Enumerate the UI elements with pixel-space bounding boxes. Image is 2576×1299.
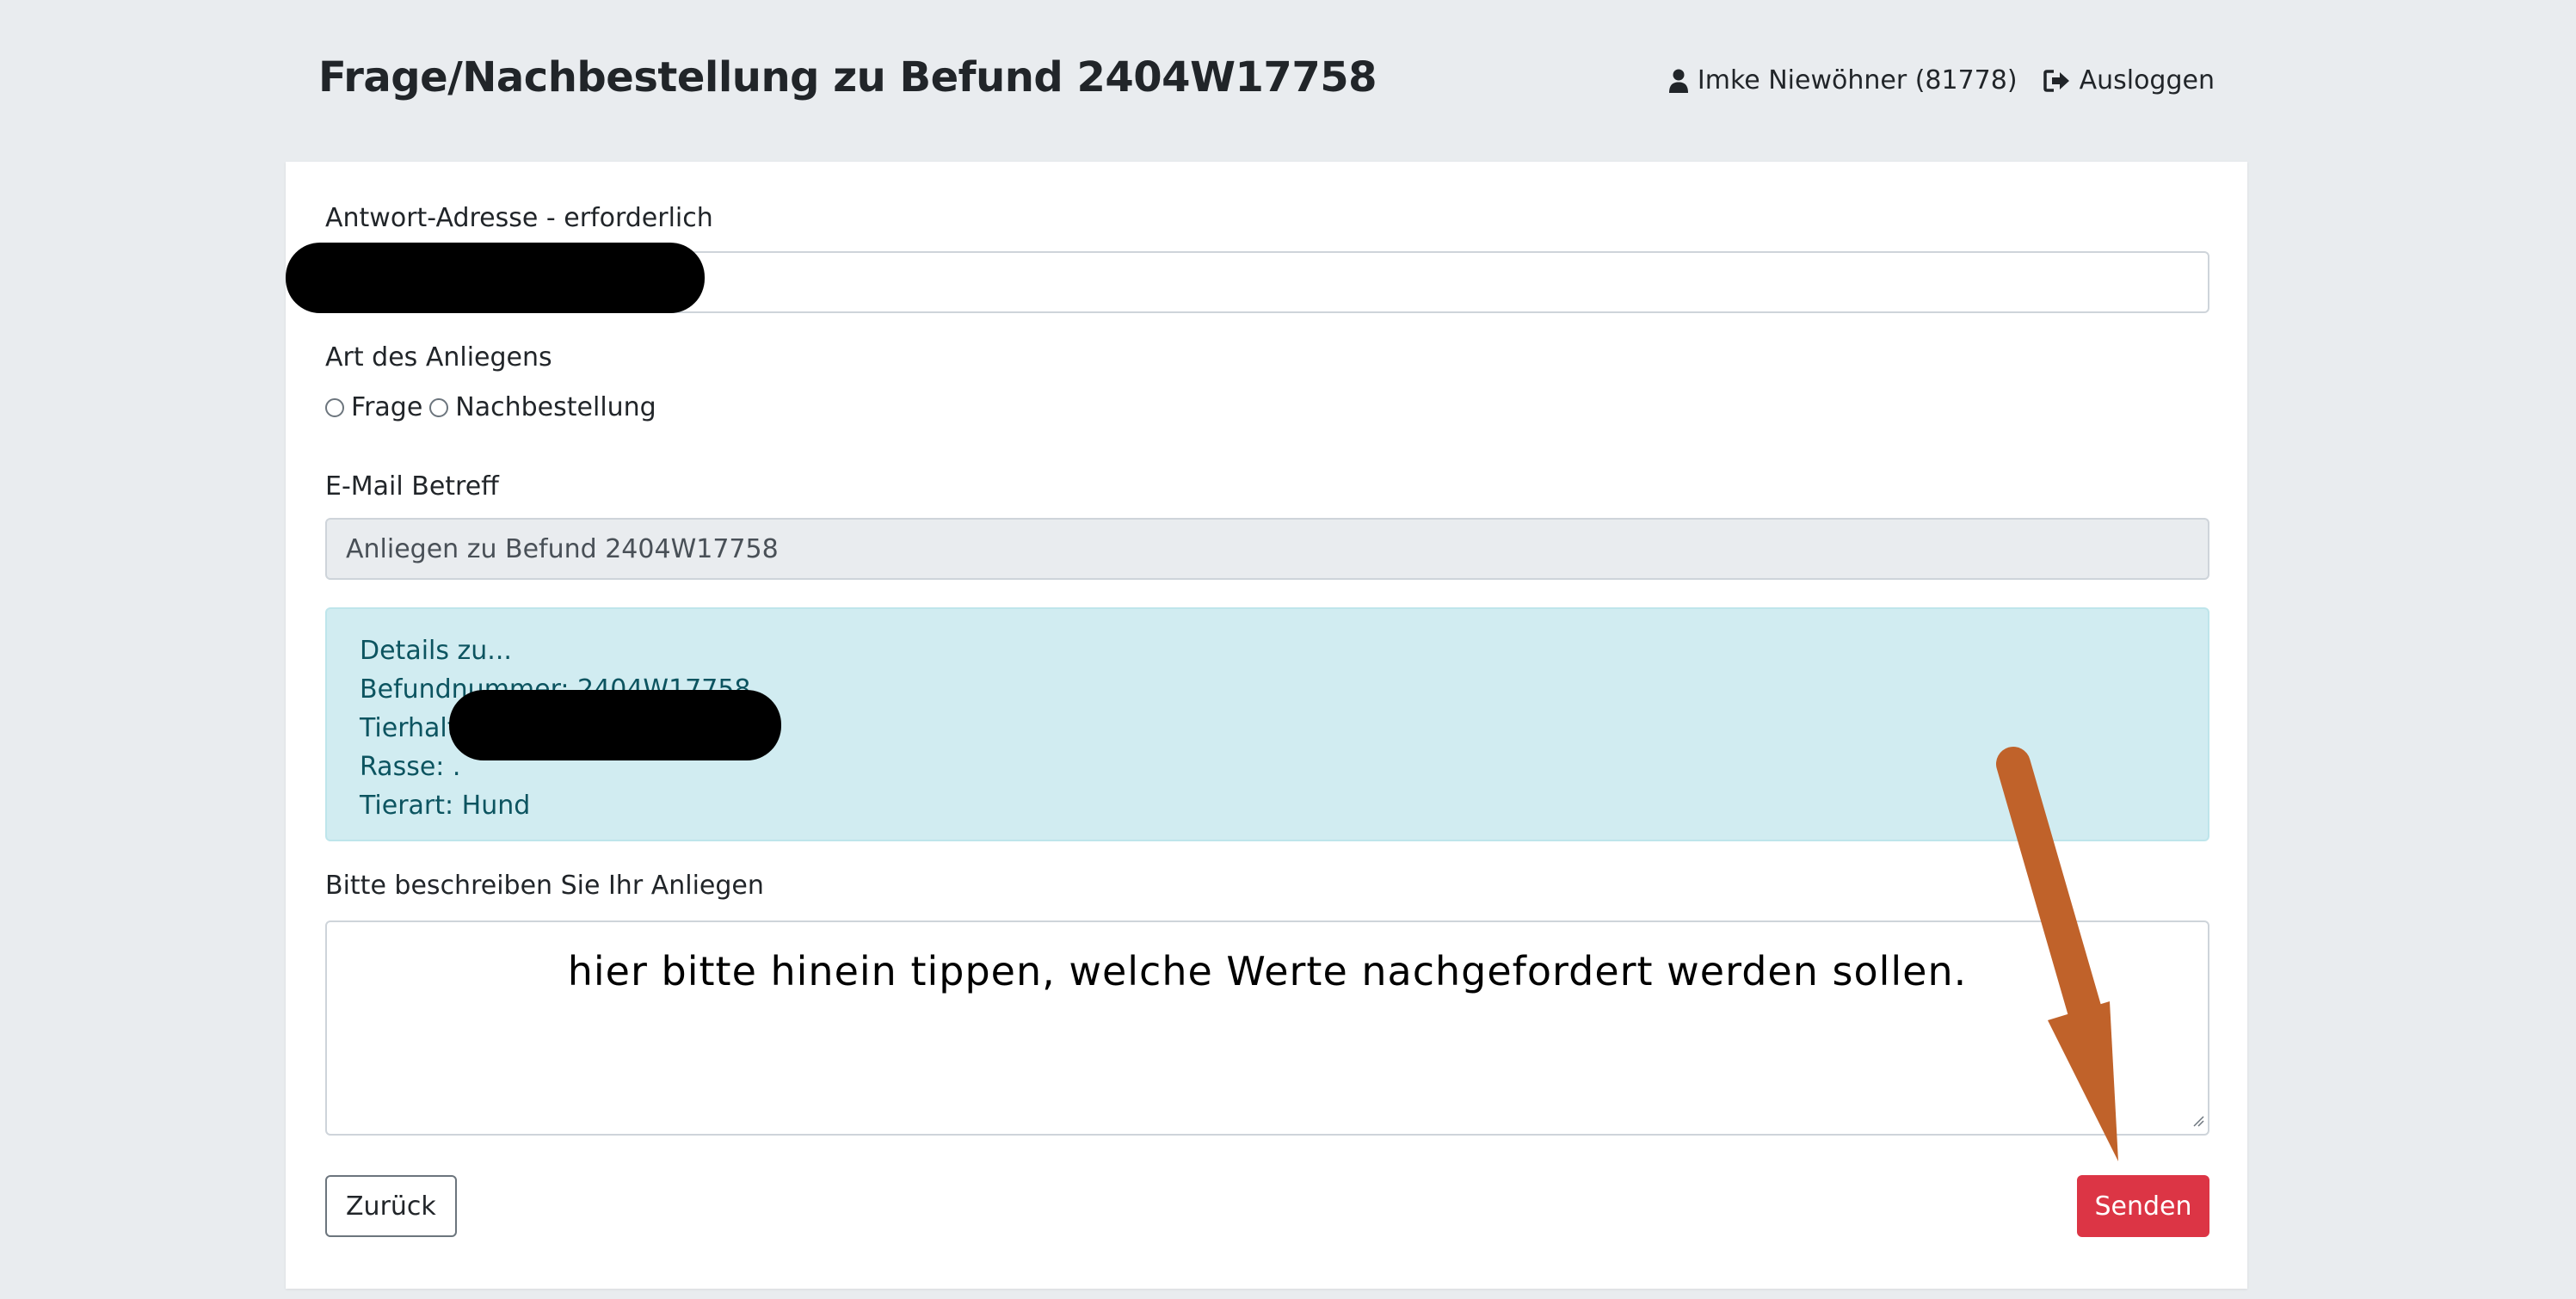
redaction-bar-address bbox=[286, 243, 705, 313]
sign-out-icon bbox=[2043, 69, 2071, 93]
user-name: Imke Niewöhner (81778) bbox=[1697, 65, 2018, 95]
radio-nachbestellung-label[interactable]: Nachbestellung bbox=[455, 392, 656, 422]
radio-nachbestellung[interactable] bbox=[429, 397, 449, 417]
request-form-card: Antwort-Adresse - erforderlich Art des A… bbox=[286, 162, 2247, 1289]
user-account[interactable]: Imke Niewöhner (81778) bbox=[1668, 65, 2018, 95]
page-title: Frage/Nachbestellung zu Befund 2404W1775… bbox=[318, 53, 1377, 102]
details-line: Details zu... bbox=[360, 636, 512, 666]
logout-link[interactable]: Ausloggen bbox=[2043, 65, 2215, 95]
user-nav: Imke Niewöhner (81778) Ausloggen bbox=[1668, 65, 2215, 95]
resize-grip-icon[interactable] bbox=[2192, 1114, 2204, 1130]
details-line: Tierart: Hund bbox=[360, 791, 531, 821]
logout-label: Ausloggen bbox=[2079, 65, 2215, 95]
message-label: Bitte beschreiben Sie Ihr Anliegen bbox=[325, 871, 764, 901]
user-icon bbox=[1668, 69, 1689, 93]
request-type-group: Frage Nachbestellung bbox=[325, 392, 663, 422]
radio-frage[interactable] bbox=[325, 397, 344, 417]
message-textarea[interactable]: hier bitte hinein tippen, welche Werte n… bbox=[325, 920, 2209, 1136]
send-button[interactable]: Senden bbox=[2077, 1175, 2209, 1237]
request-type-label: Art des Anliegens bbox=[325, 342, 552, 372]
redaction-bar-owner bbox=[449, 690, 781, 760]
radio-frage-label[interactable]: Frage bbox=[351, 392, 422, 422]
back-button[interactable]: Zurück bbox=[325, 1175, 457, 1237]
subject-input[interactable]: Anliegen zu Befund 2404W17758 bbox=[325, 518, 2209, 580]
subject-label: E-Mail Betreff bbox=[325, 471, 499, 502]
reply-address-label: Antwort-Adresse - erforderlich bbox=[325, 203, 713, 233]
message-text: hier bitte hinein tippen, welche Werte n… bbox=[567, 948, 1968, 994]
